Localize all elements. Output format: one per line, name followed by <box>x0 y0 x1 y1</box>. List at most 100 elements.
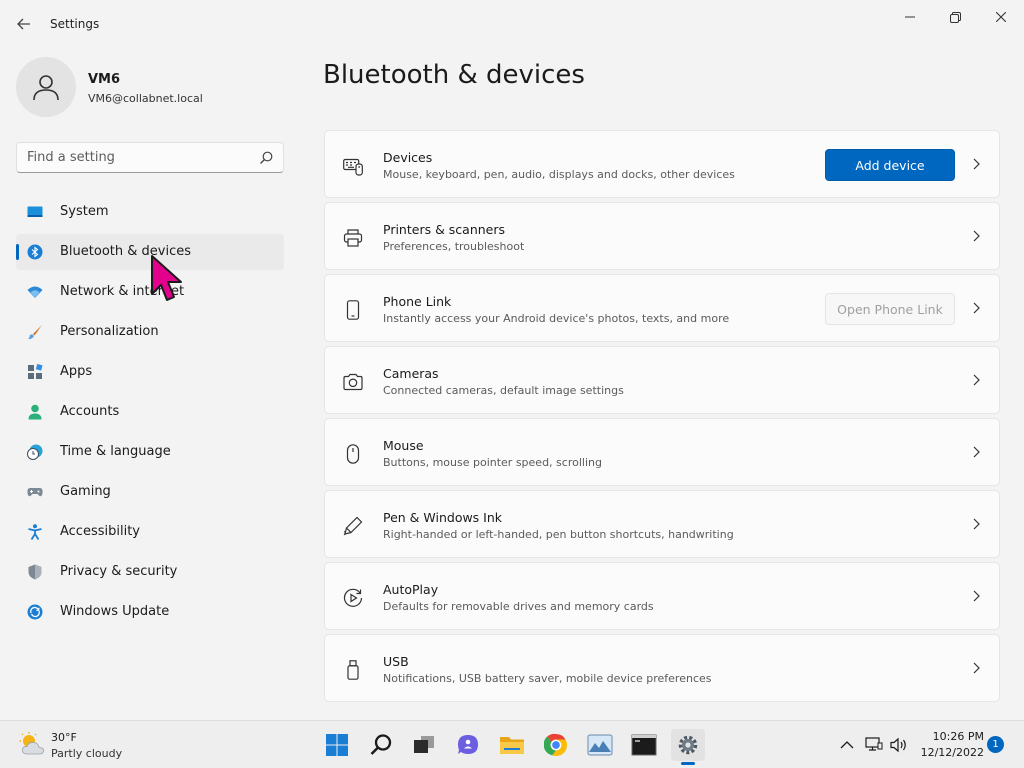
update-icon <box>27 604 43 620</box>
shield-icon <box>28 564 42 580</box>
minimize-button[interactable] <box>887 6 933 28</box>
clock-globe-icon <box>27 444 43 460</box>
card-title: Phone Link <box>383 294 452 309</box>
card-title: USB <box>383 654 409 669</box>
active-app-indicator <box>681 762 695 765</box>
open-phone-link-button[interactable]: Open Phone Link <box>825 293 955 325</box>
sidebar-item-label: Apps <box>60 364 93 379</box>
windows-start-icon <box>326 734 348 756</box>
sidebar-item-label: System <box>60 204 109 219</box>
bluetooth-icon <box>27 244 43 260</box>
chevron-right-icon[interactable] <box>969 229 983 243</box>
sidebar-item-gaming[interactable]: Gaming <box>16 474 284 510</box>
file-explorer-icon <box>500 737 524 754</box>
notification-badge[interactable]: 1 <box>987 736 1004 753</box>
card-mouse[interactable]: Mouse Buttons, mouse pointer speed, scro… <box>324 418 1000 486</box>
sidebar-item-windows-update[interactable]: Windows Update <box>16 594 284 630</box>
card-subtitle: Right-handed or left-handed, pen button … <box>383 528 734 541</box>
sidebar-item-label: Accounts <box>60 404 120 419</box>
add-device-button[interactable]: Add device <box>825 149 955 181</box>
start-button[interactable] <box>320 729 354 761</box>
volume-tray-button[interactable] <box>889 735 909 755</box>
wifi-icon <box>27 286 43 298</box>
weather-temp: 30°F <box>51 731 77 744</box>
card-devices[interactable]: Devices Mouse, keyboard, pen, audio, dis… <box>324 130 1000 198</box>
sidebar-item-accounts[interactable]: Accounts <box>16 394 284 430</box>
card-subtitle: Preferences, troubleshoot <box>383 240 525 253</box>
card-printers-scanners[interactable]: Printers & scanners Preferences, trouble… <box>324 202 1000 270</box>
restore-button[interactable] <box>932 6 978 28</box>
sidebar-item-label: Time & language <box>60 444 171 459</box>
restore-icon <box>949 11 961 23</box>
brush-icon <box>28 325 42 340</box>
card-subtitle: Notifications, USB battery saver, mobile… <box>383 672 712 685</box>
sidebar-item-label: Privacy & security <box>60 564 178 579</box>
phone-icon <box>346 300 360 320</box>
photos-icon <box>587 734 613 756</box>
gamepad-icon <box>27 488 43 497</box>
sidebar-item-accessibility[interactable]: Accessibility <box>16 514 284 550</box>
terminal-button[interactable] <box>627 729 661 761</box>
chevron-right-icon[interactable] <box>969 589 983 603</box>
chevron-right-icon[interactable] <box>969 445 983 459</box>
chevron-right-icon[interactable] <box>969 157 983 171</box>
chevron-right-icon[interactable] <box>969 301 983 315</box>
clock-date[interactable]: 12/12/2022 <box>918 746 984 759</box>
clock-time[interactable]: 10:26 PM <box>922 730 984 743</box>
avatar[interactable] <box>16 57 76 117</box>
chat-button[interactable] <box>451 729 485 761</box>
sidebar-item-privacy-security[interactable]: Privacy & security <box>16 554 284 590</box>
card-autoplay[interactable]: AutoPlay Defaults for removable drives a… <box>324 562 1000 630</box>
card-title: Cameras <box>383 366 439 381</box>
card-title: Devices <box>383 150 433 165</box>
arrow-left-icon <box>17 18 30 30</box>
search-icon[interactable] <box>258 150 274 166</box>
active-indicator <box>16 244 19 260</box>
chevron-right-icon[interactable] <box>969 517 983 531</box>
title-bar: Settings <box>0 0 1024 48</box>
chevron-right-icon[interactable] <box>969 661 983 675</box>
show-hidden-icons-button[interactable] <box>837 735 857 755</box>
card-cameras[interactable]: Cameras Connected cameras, default image… <box>324 346 1000 414</box>
sidebar-item-label: Personalization <box>60 324 159 339</box>
close-button[interactable] <box>978 6 1024 28</box>
card-subtitle: Buttons, mouse pointer speed, scrolling <box>383 456 602 469</box>
file-explorer-button[interactable] <box>495 729 529 761</box>
task-view-button[interactable] <box>407 729 441 761</box>
card-title: Pen & Windows Ink <box>383 510 503 525</box>
photos-button[interactable] <box>583 729 617 761</box>
card-pen-windows-ink[interactable]: Pen & Windows Ink Right-handed or left-h… <box>324 490 1000 558</box>
sidebar-item-system[interactable]: System <box>16 194 284 230</box>
settings-taskbar-button[interactable] <box>671 729 705 761</box>
chrome-button[interactable] <box>539 729 573 761</box>
search-icon <box>370 734 392 755</box>
card-subtitle: Connected cameras, default image setting… <box>383 384 624 397</box>
partly-cloudy-icon[interactable] <box>18 731 46 757</box>
chevron-up-icon <box>840 741 854 749</box>
back-button[interactable] <box>10 12 38 36</box>
camera-icon <box>343 373 363 391</box>
sidebar-item-apps[interactable]: Apps <box>16 354 284 390</box>
account-icon <box>28 404 42 420</box>
volume-icon <box>890 737 906 753</box>
chevron-right-icon[interactable] <box>969 373 983 387</box>
minimize-icon <box>905 16 915 18</box>
person-icon <box>33 75 59 101</box>
card-usb[interactable]: USB Notifications, USB battery saver, mo… <box>324 634 1000 702</box>
taskbar-search-button[interactable] <box>364 729 398 761</box>
taskbar: 30°F Partly cloudy 10:26 PM 12/12/2022 1 <box>0 720 1024 768</box>
network-tray-button[interactable] <box>864 735 884 755</box>
network-icon <box>865 737 883 751</box>
task-view-icon <box>414 736 434 753</box>
sidebar-item-time-language[interactable]: Time & language <box>16 434 284 470</box>
chrome-icon <box>544 733 567 757</box>
card-phone-link[interactable]: Phone Link Instantly access your Android… <box>324 274 1000 342</box>
sidebar-item-personalization[interactable]: Personalization <box>16 314 284 350</box>
card-title: AutoPlay <box>383 582 439 597</box>
apps-icon <box>28 364 43 379</box>
sidebar-item-label: Gaming <box>60 484 111 499</box>
search-input[interactable] <box>17 143 257 172</box>
accessibility-icon <box>28 524 42 540</box>
search-box[interactable] <box>16 142 284 173</box>
usb-icon <box>347 660 359 680</box>
